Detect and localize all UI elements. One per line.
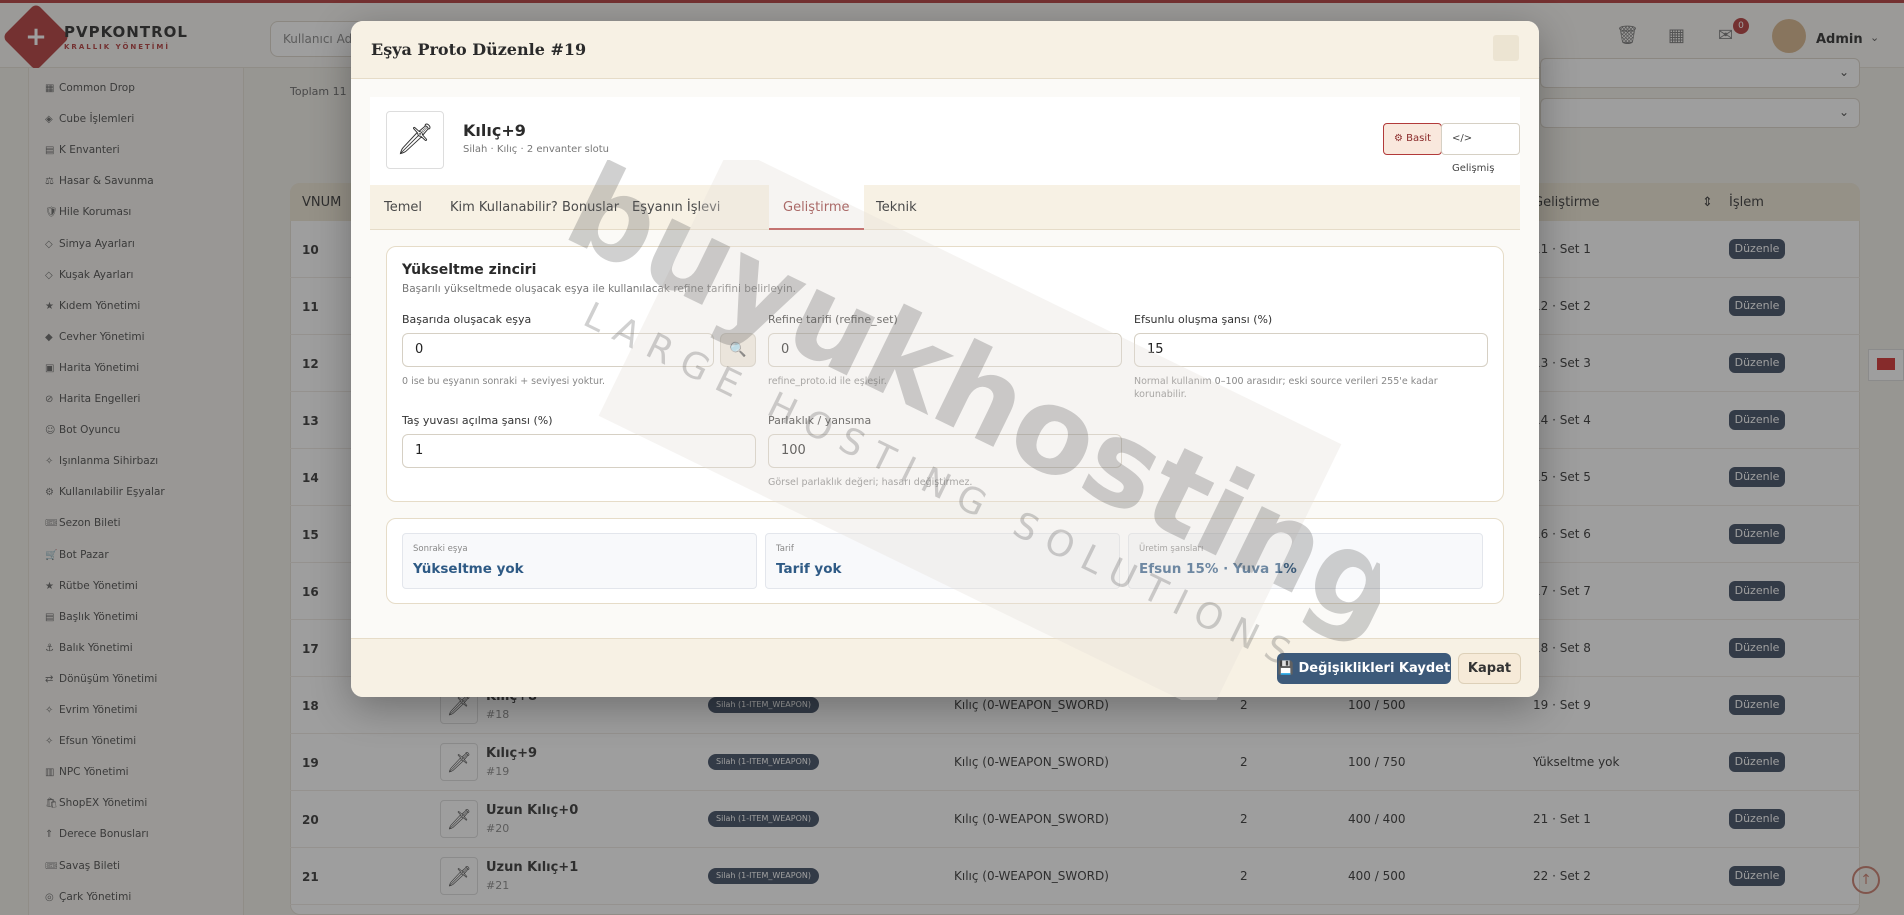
save-changes-button[interactable]: 💾 Değişiklikleri Kaydet bbox=[1277, 653, 1451, 684]
summary-recipe: Tarif Tarif yok bbox=[765, 533, 1120, 589]
summary-section: Sonraki eşya Yükseltme yok Tarif Tarif y… bbox=[386, 518, 1504, 604]
summary-label: Tarif bbox=[776, 544, 794, 554]
save-label: Değişiklikleri Kaydet bbox=[1298, 661, 1451, 676]
socket-chance-label: Taş yuvası açılma şansı (%) bbox=[402, 414, 553, 427]
tab-bar: Temel Kim Kullanabilir? Bonuslar Eşyanın… bbox=[370, 185, 1520, 230]
result-item-help: 0 ise bu eşyanın sonraki + seviyesi yokt… bbox=[402, 376, 606, 387]
tab-teknik[interactable]: Teknik bbox=[862, 185, 931, 230]
shine-input[interactable]: 100 bbox=[768, 434, 1122, 468]
summary-value: Tarif yok bbox=[776, 561, 842, 577]
item-summary-card: 🗡 Kılıç+9 Silah · Kılıç · 2 envanter slo… bbox=[370, 97, 1520, 185]
tab-temel[interactable]: Temel bbox=[370, 185, 436, 230]
section-description: Başarılı yükseltmede oluşacak eşya ile k… bbox=[402, 283, 797, 295]
close-button[interactable] bbox=[1493, 35, 1519, 61]
search-icon[interactable]: 🔍 bbox=[720, 333, 756, 367]
close-modal-button[interactable]: Kapat bbox=[1458, 653, 1521, 684]
magic-chance-label: Efsunlu oluşma şansı (%) bbox=[1134, 313, 1273, 326]
shine-help: Görsel parlaklık değeri; hasarı değiştir… bbox=[768, 477, 973, 488]
refine-set-help: refine_proto.id ile eşleşir. bbox=[768, 376, 887, 387]
refine-set-label: Refine tarifi (refine_set) bbox=[768, 313, 898, 326]
summary-value: Yükseltme yok bbox=[413, 561, 524, 577]
magic-chance-help: Normal kullanım 0–100 arasıdır; eski sou… bbox=[1134, 376, 1438, 400]
tab-gelistirme[interactable]: Geliştirme bbox=[769, 185, 864, 230]
mode-advanced-button[interactable]: </> Gelişmiş bbox=[1441, 123, 1520, 174]
mode-advanced-label: Gelişmiş bbox=[1452, 163, 1495, 174]
summary-value: Efsun 15% · Yuva 1% bbox=[1139, 561, 1297, 577]
mode-basic-button[interactable]: ⚙ Basit bbox=[1383, 123, 1443, 155]
tab-esyanin-islevi[interactable]: Eşyanın İşlevi bbox=[618, 185, 734, 230]
mode-basic-label: Basit bbox=[1406, 133, 1432, 144]
section-title: Yükseltme zinciri bbox=[402, 262, 537, 278]
modal-header: Eşya Proto Düzenle #19 bbox=[351, 21, 1539, 79]
result-item-label: Başarıda oluşacak eşya bbox=[402, 313, 532, 326]
summary-production-chances: Üretim şansları Efsun 15% · Yuva 1% bbox=[1128, 533, 1483, 589]
summary-label: Sonraki eşya bbox=[413, 544, 468, 554]
summary-label: Üretim şansları bbox=[1139, 544, 1204, 554]
summary-next-item: Sonraki eşya Yükseltme yok bbox=[402, 533, 757, 589]
result-item-input[interactable]: 0 bbox=[402, 333, 714, 367]
edit-item-modal: Eşya Proto Düzenle #19 🗡 Kılıç+9 Silah ·… bbox=[351, 21, 1539, 697]
upgrade-chain-section: Yükseltme zinciri Başarılı yükseltmede o… bbox=[386, 246, 1504, 502]
sword-icon: 🗡 bbox=[395, 122, 435, 157]
modal-title: Eşya Proto Düzenle #19 bbox=[371, 40, 587, 59]
magic-chance-input[interactable]: 15 bbox=[1134, 333, 1488, 367]
socket-chance-input[interactable]: 1 bbox=[402, 434, 756, 468]
item-subtitle: Silah · Kılıç · 2 envanter slotu bbox=[463, 144, 609, 155]
item-name: Kılıç+9 bbox=[463, 121, 526, 140]
refine-set-input[interactable]: 0 bbox=[768, 333, 1122, 367]
shine-label: Parlaklık / yansıma bbox=[768, 414, 872, 427]
